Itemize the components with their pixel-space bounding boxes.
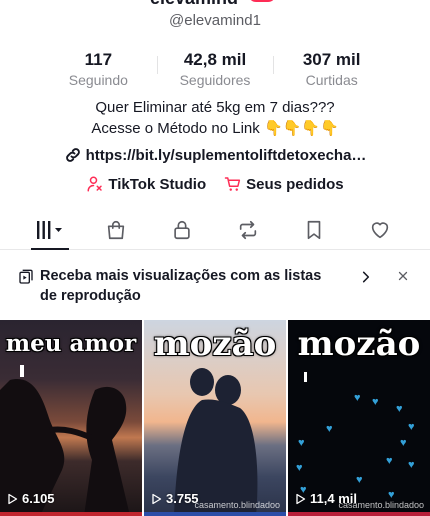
watermark-text: casamento.blindadoo xyxy=(338,500,424,510)
cart-icon xyxy=(224,177,241,191)
video-title-text: mozão xyxy=(297,324,421,364)
lock-icon xyxy=(174,220,190,240)
profile-header-partial: elevamind xyxy=(0,0,430,8)
heart-decoration-icon: ♥ xyxy=(298,437,305,449)
heart-decoration-icon: ♥ xyxy=(372,396,379,408)
view-count: 6.105 xyxy=(6,491,55,506)
shopping-bag-icon xyxy=(107,221,125,240)
profile-bio: Quer Eliminar até 5kg em 7 dias??? Acess… xyxy=(0,97,430,139)
bio-line: Quer Eliminar até 5kg em 7 dias??? xyxy=(95,99,335,116)
chevron-right-icon[interactable] xyxy=(359,270,373,284)
orders-button[interactable]: Seus pedidos xyxy=(224,175,344,193)
profile-link[interactable]: https://bit.ly/suplementoliftdetoxecha… xyxy=(0,146,430,164)
heart-decoration-icon: ♥ xyxy=(296,462,303,474)
text-cursor-mark xyxy=(304,372,307,382)
watermark-text: casamento.blindadoo xyxy=(194,500,280,510)
video-title-text: mozão xyxy=(153,324,277,364)
tiktok-studio-button[interactable]: TikTok Studio xyxy=(86,175,206,193)
notification-badge xyxy=(248,0,276,2)
view-count-value: 6.105 xyxy=(22,491,55,506)
heart-decoration-icon: ♥ xyxy=(386,455,393,467)
grid-bars-icon xyxy=(37,221,62,239)
playlist-promo-banner[interactable]: Receba mais visualizações com as listas … xyxy=(0,262,430,312)
video-thumbnail[interactable]: mozão ♥ ♥ ♥ ♥ ♥ ♥ ♥ ♥ ♥ ♥ ♥ ♥ ♥ 11,4 mil… xyxy=(288,320,430,516)
play-icon xyxy=(296,493,306,504)
bio-line: Acesse o Método no Link 👇👇👇👇 xyxy=(91,120,339,137)
play-icon xyxy=(152,493,162,504)
video-grid: meu amor 6.105 mozão 3.755 casamento.bli… xyxy=(0,320,430,516)
stat-label: Curtidas xyxy=(305,72,358,88)
next-row-peek xyxy=(0,512,142,516)
stat-label: Seguindo xyxy=(68,72,128,88)
play-icon xyxy=(8,493,18,504)
heart-icon xyxy=(371,222,389,239)
profile-stats: 117 Seguindo 42,8 mil Seguidores 307 mil… xyxy=(40,50,390,90)
tab-videos[interactable] xyxy=(17,210,83,250)
bookmark-icon xyxy=(307,220,321,240)
next-row-peek xyxy=(144,512,286,516)
repost-icon xyxy=(239,220,257,240)
stat-value: 42,8 mil xyxy=(183,50,247,69)
profile-handle: @elevamind1 xyxy=(169,12,261,29)
heart-decoration-icon: ♥ xyxy=(354,392,361,404)
stat-following[interactable]: 117 Seguindo xyxy=(40,50,157,90)
tab-private[interactable] xyxy=(149,210,215,250)
promo-text: Receba mais visualizações com as listas … xyxy=(40,268,322,304)
studio-person-icon xyxy=(87,176,103,192)
tab-favorites[interactable] xyxy=(281,210,347,250)
stat-label: Seguidores xyxy=(179,72,251,88)
stat-followers[interactable]: 42,8 mil Seguidores xyxy=(156,50,274,90)
profile-actions: TikTok Studio Seus pedidos xyxy=(0,175,430,193)
tab-reposts[interactable] xyxy=(215,210,281,250)
view-count: 3.755 xyxy=(150,491,199,506)
link-text: https://bit.ly/suplementoliftdetoxecha… xyxy=(85,146,367,164)
heart-decoration-icon: ♥ xyxy=(400,437,407,449)
stat-value: 117 xyxy=(84,50,113,69)
heart-decoration-icon: ♥ xyxy=(326,423,333,435)
stat-value: 307 mil xyxy=(302,50,361,69)
tab-liked[interactable] xyxy=(347,210,413,250)
orders-label: Seus pedidos xyxy=(246,175,344,193)
next-row-peek xyxy=(288,512,430,516)
profile-name: elevamind xyxy=(150,0,238,9)
profile-tabs xyxy=(0,210,430,250)
tab-shop[interactable] xyxy=(83,210,149,250)
close-icon[interactable] xyxy=(397,270,409,282)
heart-decoration-icon: ♥ xyxy=(396,403,403,415)
studio-label: TikTok Studio xyxy=(108,175,207,193)
text-cursor-mark xyxy=(20,365,24,377)
playlist-icon xyxy=(19,269,33,284)
heart-decoration-icon: ♥ xyxy=(408,421,415,433)
video-thumbnail[interactable]: mozão 3.755 casamento.blindadoo xyxy=(144,320,286,516)
stat-likes[interactable]: 307 mil Curtidas xyxy=(273,50,390,90)
video-thumbnail[interactable]: meu amor 6.105 xyxy=(0,320,142,516)
video-title-text: meu amor xyxy=(5,330,137,357)
heart-decoration-icon: ♥ xyxy=(356,474,363,486)
link-icon xyxy=(65,148,80,162)
heart-decoration-icon: ♥ xyxy=(408,459,415,471)
